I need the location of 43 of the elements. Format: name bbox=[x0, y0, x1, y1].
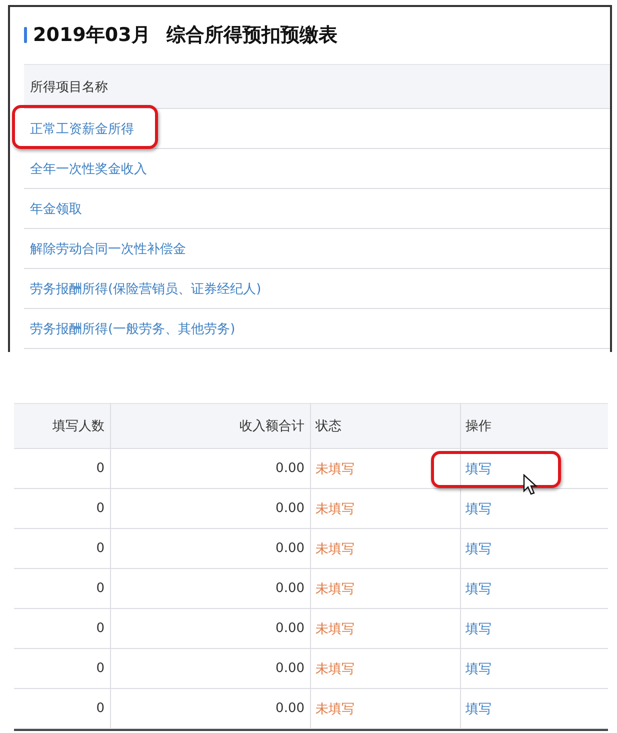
mouse-pointer-icon bbox=[522, 474, 538, 496]
fill-in-link[interactable]: 填写 bbox=[466, 622, 492, 636]
title-accent-bar bbox=[24, 27, 27, 43]
column-header: 所得项目名称 bbox=[24, 64, 610, 109]
status-cell: 未填写 bbox=[310, 528, 460, 568]
amount-cell: 0.00 bbox=[110, 568, 310, 608]
income-item-link[interactable]: 解除劳动合同一次性补偿金 bbox=[30, 240, 186, 258]
column-header: 填写人数 bbox=[14, 404, 110, 448]
count-cell: 0 bbox=[14, 568, 110, 608]
column-header: 收入额合计 bbox=[110, 404, 310, 448]
income-item-link[interactable]: 全年一次性奖金收入 bbox=[30, 160, 147, 178]
amount-cell: 0.00 bbox=[110, 528, 310, 568]
fill-in-link[interactable]: 填写 bbox=[466, 702, 492, 716]
amount-cell: 0.00 bbox=[110, 448, 310, 488]
count-cell: 0 bbox=[14, 448, 110, 488]
status-cell: 未填写 bbox=[310, 448, 460, 488]
fill-in-link[interactable]: 填写 bbox=[466, 462, 492, 476]
count-cell: 0 bbox=[14, 648, 110, 688]
amount-cell: 0.00 bbox=[110, 488, 310, 528]
status-cell: 未填写 bbox=[310, 688, 460, 728]
income-item-link[interactable]: 年金领取 bbox=[30, 200, 82, 218]
count-cell: 0 bbox=[14, 608, 110, 648]
column-header: 操作 bbox=[460, 404, 608, 448]
status-cell: 未填写 bbox=[310, 568, 460, 608]
income-item-link[interactable]: 劳务报酬所得(一般劳务、其他劳务) bbox=[30, 320, 236, 338]
title-period: 2019年03月 bbox=[33, 23, 150, 48]
column-header: 状态 bbox=[310, 404, 460, 448]
income-item-link[interactable]: 正常工资薪金所得 bbox=[30, 120, 134, 138]
amount-cell: 0.00 bbox=[110, 608, 310, 648]
amount-cell: 0.00 bbox=[110, 648, 310, 688]
status-cell: 未填写 bbox=[310, 488, 460, 528]
status-cell: 未填写 bbox=[310, 608, 460, 648]
fill-in-link[interactable]: 填写 bbox=[466, 582, 492, 596]
fill-in-link[interactable]: 填写 bbox=[466, 662, 492, 676]
count-cell: 0 bbox=[14, 688, 110, 728]
count-cell: 0 bbox=[14, 528, 110, 568]
fill-in-link[interactable]: 填写 bbox=[466, 542, 492, 556]
count-cell: 0 bbox=[14, 488, 110, 528]
amount-cell: 0.00 bbox=[110, 688, 310, 728]
page-title: 综合所得预扣预缴表 bbox=[166, 23, 338, 48]
income-item-link[interactable]: 劳务报酬所得(保险营销员、证券经纪人) bbox=[30, 280, 262, 298]
status-cell: 未填写 bbox=[310, 648, 460, 688]
fill-in-link[interactable]: 填写 bbox=[466, 502, 492, 516]
